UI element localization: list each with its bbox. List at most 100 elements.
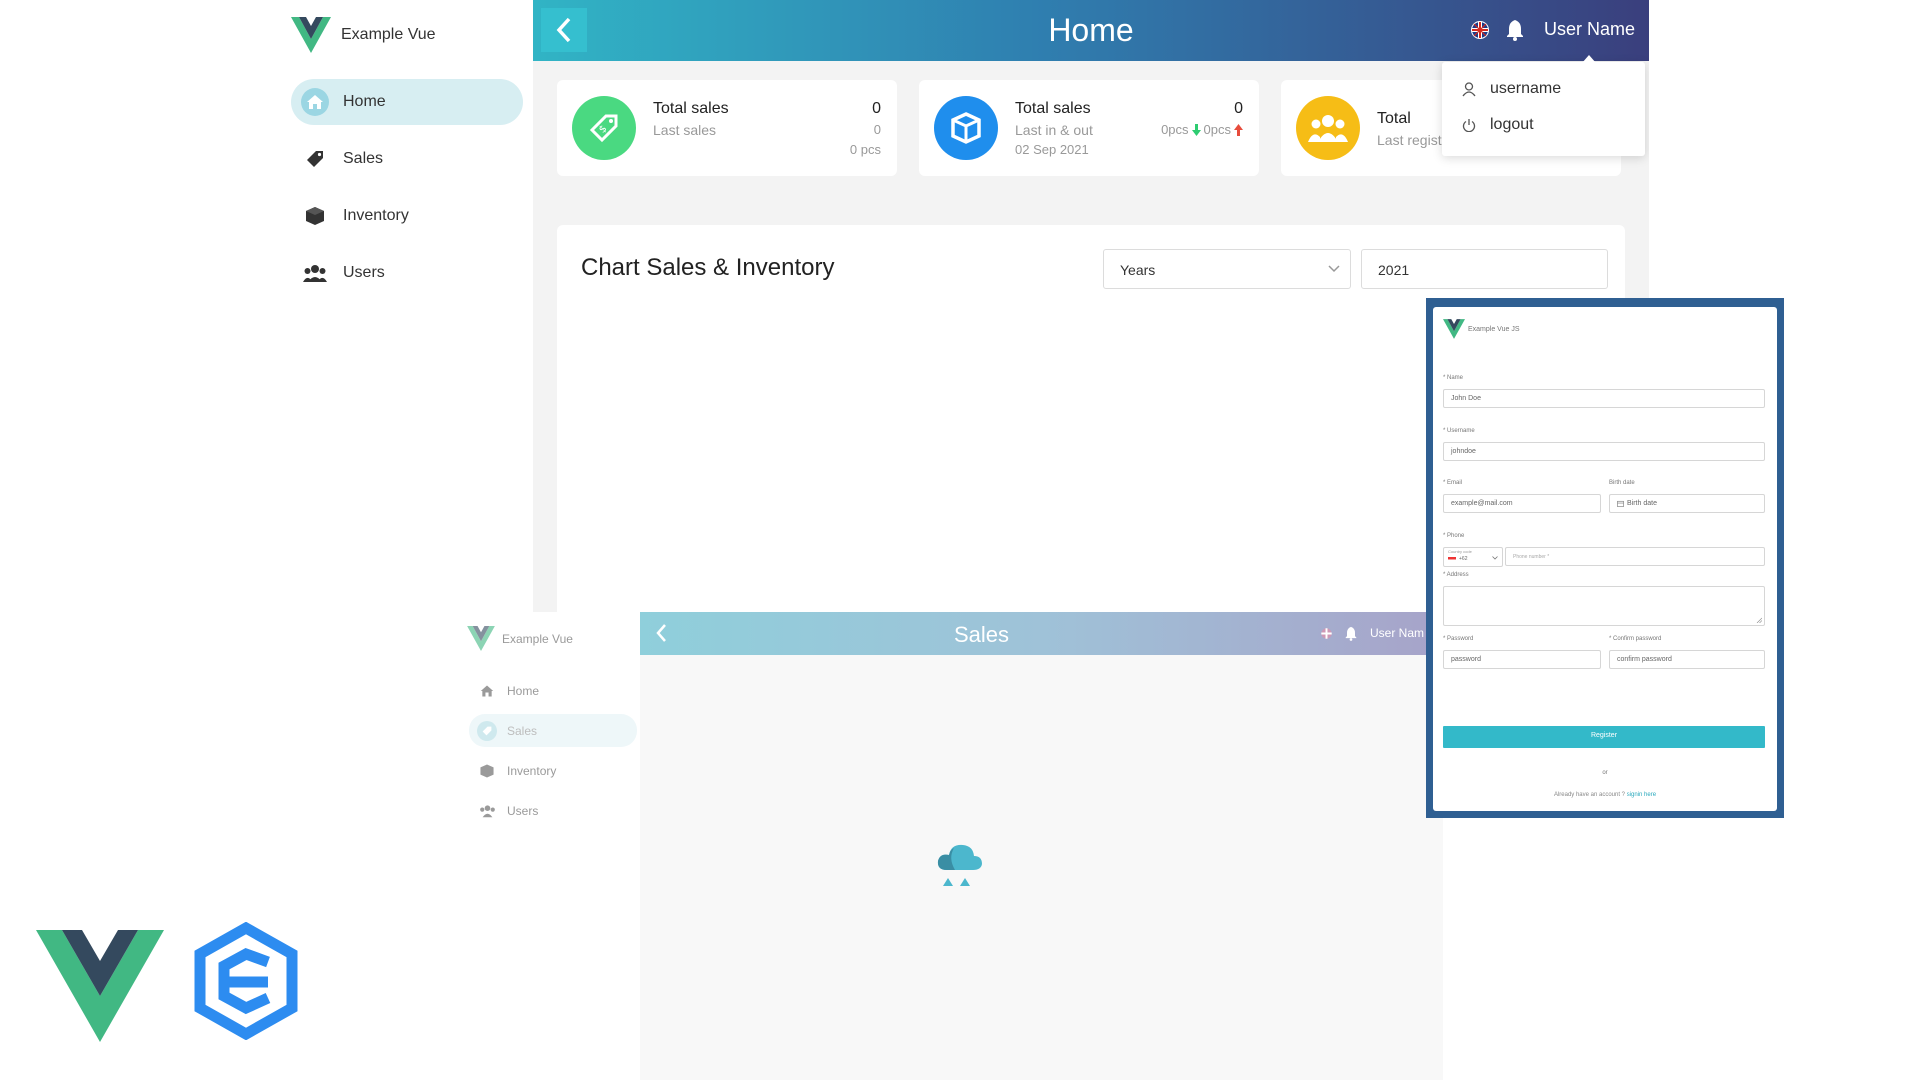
in-out-values: 0pcs 0pcs: [1161, 122, 1243, 137]
ember-logo-icon: [194, 921, 298, 1045]
sales-sidebar: Example Vue Home Sales Inventory Users: [465, 612, 640, 1080]
card-title: Total sales: [653, 100, 729, 117]
sidebar-item-inventory[interactable]: Inventory: [291, 193, 523, 239]
card-date: 02 Sep 2021: [1015, 142, 1089, 157]
address-label: * Address: [1443, 572, 1469, 578]
signin-prompt-text: Already have an account ?: [1553, 792, 1626, 798]
register-form: Example Vue JS * Name John Doe * Usernam…: [1433, 307, 1777, 811]
user-icon: [1462, 81, 1478, 97]
home-header: Home User Name: [533, 0, 1649, 61]
card-title: Total sales: [1015, 100, 1091, 117]
address-textarea[interactable]: [1443, 586, 1765, 626]
sales-window: Example Vue Home Sales Inventory Users S…: [465, 612, 1443, 1080]
home-icon: [301, 88, 329, 116]
confirm-password-label: * Confirm password: [1609, 636, 1662, 642]
inventory-card: Total sales Last in & out 02 Sep 2021 0 …: [919, 80, 1259, 176]
in-value: 0pcs: [1161, 122, 1189, 137]
birth-date-label: Birth date: [1609, 480, 1635, 486]
country-code-select[interactable]: Country code +62: [1443, 547, 1503, 567]
sidebar-item-label: Inventory: [507, 763, 557, 778]
vue-logo-icon: [291, 17, 331, 53]
card-value-pcs: 0 pcs: [849, 142, 881, 157]
confirm-password-input[interactable]: confirm password: [1609, 650, 1765, 669]
username-label: * Username: [1443, 428, 1475, 434]
resize-handle-icon: [1756, 617, 1762, 623]
password-label: * Password: [1443, 636, 1474, 642]
birth-date-input[interactable]: Birth date: [1609, 494, 1765, 513]
menu-item-logout[interactable]: logout: [1462, 116, 1534, 134]
sales-header: Sales User Nam: [640, 612, 1443, 655]
card-subtitle: Last sales: [653, 122, 717, 138]
signin-prompt: Already have an account ? signin here: [1433, 792, 1777, 798]
signin-link[interactable]: signin here: [1627, 792, 1656, 798]
vue-logo-large-icon: [36, 930, 164, 1047]
users-icon: [301, 259, 329, 287]
sidebar-item-sales[interactable]: Sales: [469, 714, 637, 747]
year-input-value: 2021: [1378, 262, 1410, 278]
country-code-label: Country code: [1448, 549, 1472, 554]
period-select[interactable]: Years: [1103, 249, 1351, 289]
user-dropdown-menu: username logout: [1442, 55, 1645, 156]
name-input[interactable]: John Doe: [1443, 389, 1765, 408]
bell-icon[interactable]: [1506, 19, 1524, 46]
indonesia-flag-icon: [1448, 557, 1456, 562]
uk-flag-icon[interactable]: [1320, 627, 1333, 645]
chevron-down-icon: [1328, 265, 1340, 273]
box-icon: [301, 202, 329, 230]
sidebar-item-sales[interactable]: Sales: [291, 136, 523, 182]
or-divider: or: [1602, 770, 1608, 776]
tag-icon: $: [572, 96, 636, 160]
phone-input[interactable]: Phone number *: [1505, 547, 1765, 566]
sidebar-item-label: Users: [343, 264, 385, 281]
brand[interactable]: Example Vue: [291, 17, 436, 53]
sidebar-item-label: Sales: [507, 723, 538, 738]
brand[interactable]: Example Vue: [467, 626, 573, 651]
chart-title: Chart Sales & Inventory: [581, 254, 835, 281]
phone-label: * Phone: [1443, 533, 1465, 539]
sales-main: Sales User Nam: [640, 612, 1443, 1080]
vue-logo-icon: [467, 626, 495, 651]
sidebar-item-home[interactable]: Home: [291, 79, 523, 125]
sidebar-item-users[interactable]: Users: [469, 794, 637, 827]
sidebar-item-label: Home: [343, 93, 386, 110]
brand-name: Example Vue: [341, 26, 436, 43]
menu-item-username[interactable]: username: [1462, 80, 1561, 98]
tag-icon: [477, 720, 497, 741]
user-menu-toggle[interactable]: User Nam: [1370, 626, 1424, 640]
card-value-secondary: 0: [873, 122, 881, 137]
sidebar-item-label: Home: [507, 683, 540, 698]
card-subtitle: Last regist: [1377, 132, 1442, 148]
dropdown-caret: [1582, 55, 1596, 63]
empty-cloud-icon: [935, 840, 983, 897]
home-sidebar: Example Vue Home Sales Inventory Users: [287, 0, 533, 612]
home-icon: [477, 681, 497, 701]
password-input[interactable]: password: [1443, 650, 1601, 669]
bell-icon[interactable]: [1345, 626, 1357, 646]
brand: Example Vue JS: [1443, 319, 1520, 339]
sidebar-item-home[interactable]: Home: [469, 674, 637, 707]
box-icon: [477, 761, 497, 781]
sidebar-item-label: Inventory: [343, 207, 409, 224]
card-value: 0: [872, 100, 881, 117]
email-input[interactable]: example@mail.com: [1443, 494, 1601, 513]
arrow-up-icon: [1234, 123, 1243, 136]
uk-flag-icon[interactable]: [1470, 20, 1490, 45]
power-icon: [1462, 118, 1478, 132]
sidebar-item-label: Sales: [343, 150, 384, 167]
users-icon: [1296, 96, 1360, 160]
card-value: 0: [1234, 100, 1243, 117]
year-input[interactable]: 2021: [1361, 249, 1608, 289]
sidebar-item-label: Users: [507, 803, 539, 818]
sidebar-item-inventory[interactable]: Inventory: [469, 754, 637, 787]
card-title: Total: [1377, 110, 1411, 127]
brand-name: Example Vue JS: [1468, 325, 1520, 333]
card-subtitle: Last in & out: [1015, 122, 1093, 138]
register-button[interactable]: Register: [1443, 726, 1765, 748]
country-code-value: +62: [1459, 556, 1468, 562]
user-menu-toggle[interactable]: User Name: [1544, 19, 1635, 40]
page-title: Sales: [953, 622, 1010, 647]
sidebar-item-users[interactable]: Users: [291, 250, 523, 296]
username-input[interactable]: johndoe: [1443, 442, 1765, 461]
box-icon: [934, 96, 998, 160]
users-icon: [477, 801, 497, 821]
